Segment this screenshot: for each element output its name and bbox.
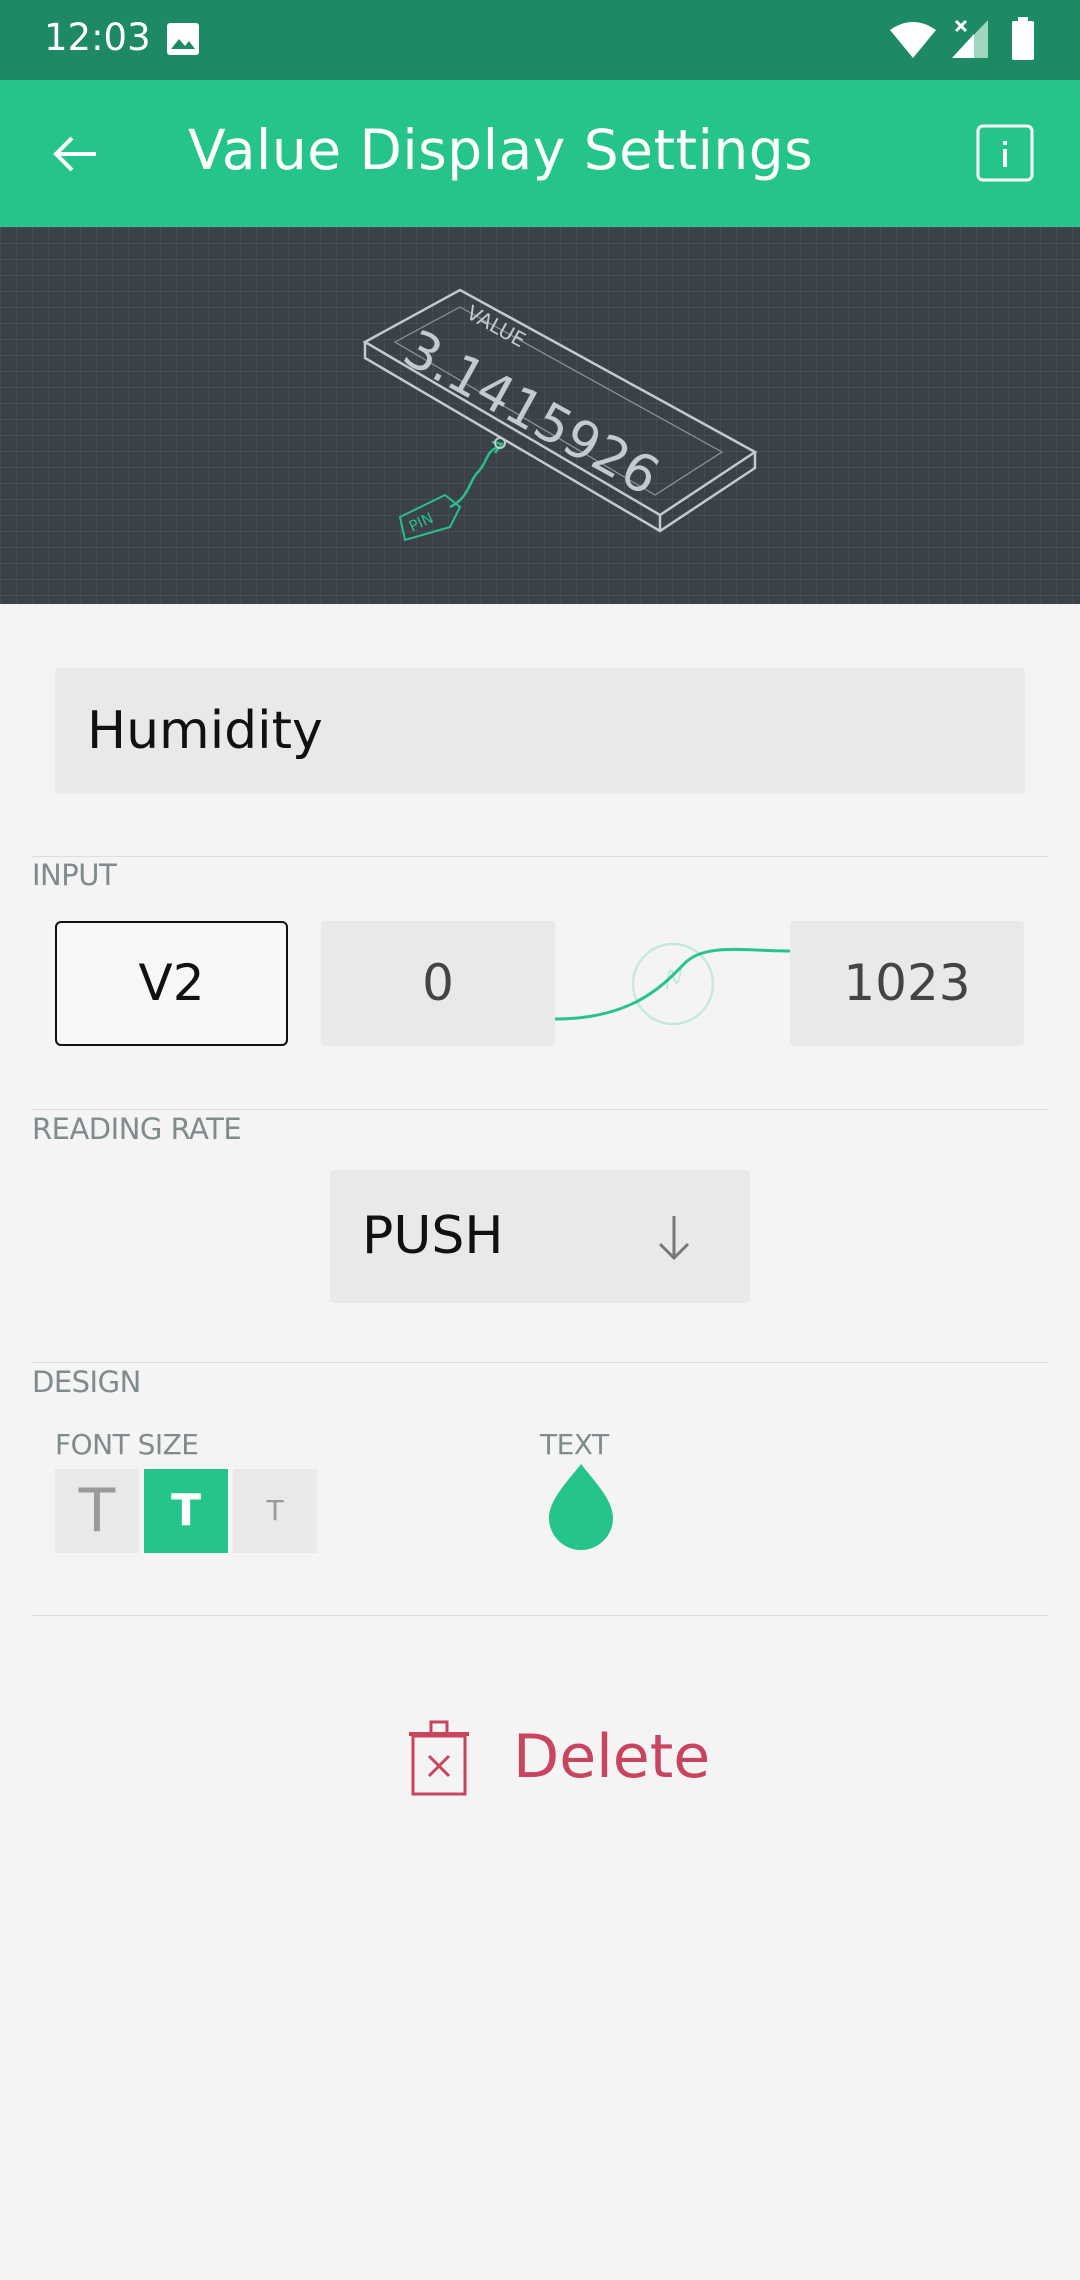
divider — [32, 1362, 1048, 1363]
widget-preview: VALUE 3.1415926 PIN — [0, 227, 1080, 604]
range-mapping-curve[interactable] — [555, 921, 790, 1046]
widget-sample-value: 3.1415926 — [394, 319, 669, 508]
app-bar: Value Display Settings — [0, 80, 1080, 227]
status-bar: 12:03 — [0, 0, 1080, 80]
back-button[interactable] — [42, 120, 110, 188]
font-size-medium-button[interactable]: T — [144, 1469, 228, 1553]
arrow-left-icon — [53, 136, 96, 172]
max-value-input[interactable]: 1023 — [790, 921, 1024, 1046]
delete-button[interactable]: Delete — [405, 1718, 710, 1798]
section-label-input: INPUT — [32, 858, 117, 892]
text-color-picker[interactable] — [543, 1460, 619, 1552]
reading-rate-dropdown[interactable]: PUSH — [330, 1170, 750, 1303]
widget-caption: VALUE — [463, 300, 530, 352]
divider — [32, 1109, 1048, 1110]
delete-label: Delete — [513, 1722, 711, 1792]
divider — [32, 856, 1048, 857]
widget-name-input[interactable] — [55, 668, 1025, 794]
arrow-down-icon — [658, 1216, 690, 1261]
signal-icon — [952, 19, 988, 58]
font-size-label: FONT SIZE — [55, 1428, 199, 1461]
info-icon — [976, 124, 1034, 182]
info-button[interactable] — [976, 124, 1034, 182]
image-icon — [167, 23, 199, 55]
trash-icon — [409, 1720, 469, 1796]
status-time: 12:03 — [44, 16, 151, 59]
battery-icon — [1012, 17, 1034, 60]
min-value-input[interactable]: 0 — [321, 921, 555, 1046]
font-size-large-button[interactable]: T — [55, 1469, 139, 1553]
font-size-small-button[interactable]: T — [233, 1469, 317, 1553]
reading-rate-value: PUSH — [362, 1206, 504, 1266]
text-color-label: TEXT — [540, 1428, 609, 1461]
divider — [32, 1615, 1048, 1616]
section-label-reading-rate: READING RATE — [32, 1112, 242, 1146]
page-title: Value Display Settings — [188, 118, 814, 182]
section-label-design: DESIGN — [32, 1365, 141, 1399]
value-display-illustration: VALUE 3.1415926 PIN — [362, 288, 758, 542]
wifi-icon — [890, 22, 936, 58]
pin-selector[interactable]: V2 — [55, 921, 288, 1046]
